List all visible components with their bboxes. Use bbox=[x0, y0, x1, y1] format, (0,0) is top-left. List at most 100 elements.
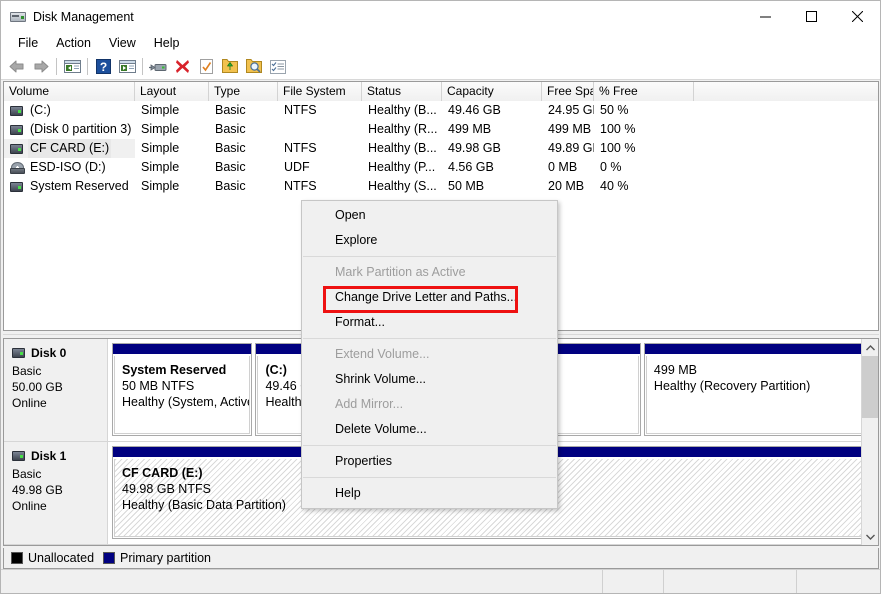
column-header-status[interactable]: Status bbox=[362, 82, 442, 101]
show-hide-action-pane-icon[interactable] bbox=[115, 56, 139, 78]
status-pane-4 bbox=[797, 570, 880, 593]
cell-free-space: 24.95 GB bbox=[548, 103, 594, 117]
column-header-type[interactable]: Type bbox=[209, 82, 278, 101]
volume-name: (Disk 0 partition 3) bbox=[30, 122, 132, 136]
disk-size: 50.00 GB bbox=[12, 380, 63, 394]
menu-item-change-drive-letter-and-paths[interactable]: Change Drive Letter and Paths... bbox=[302, 285, 557, 310]
window-controls bbox=[742, 1, 880, 32]
legend-label: Primary partition bbox=[120, 551, 212, 565]
menu-view[interactable]: View bbox=[100, 34, 145, 52]
cell-percent-free: 0 % bbox=[600, 160, 622, 174]
export-list-icon[interactable] bbox=[218, 56, 242, 78]
menu-item-format[interactable]: Format... bbox=[302, 310, 557, 335]
table-row[interactable]: System Reserved Simple Basic NTFS Healthy (S… bbox=[4, 177, 878, 196]
partition-name: System Reserved bbox=[122, 363, 227, 377]
cell-status: Healthy (R... bbox=[368, 122, 438, 136]
hard-disk-volume-icon bbox=[10, 143, 23, 154]
hard-disk-volume-icon bbox=[10, 124, 23, 135]
column-header-file-system[interactable]: File System bbox=[278, 82, 362, 101]
column-header-volume[interactable]: Volume bbox=[4, 82, 135, 101]
cell-status: Healthy (B... bbox=[368, 141, 437, 155]
volume-name: ESD-ISO (D:) bbox=[30, 160, 106, 174]
partition-block[interactable]: System Reserved 50 MB NTFS Healthy (System… bbox=[112, 343, 253, 436]
legend-label: Unallocated bbox=[28, 551, 95, 565]
cell-layout: Simple bbox=[141, 103, 180, 117]
rescan-disks-icon[interactable] bbox=[242, 56, 266, 78]
cd-rom-volume-icon bbox=[10, 161, 25, 174]
cell-file-system: NTFS bbox=[284, 103, 317, 117]
cell-type: Basic bbox=[215, 179, 246, 193]
column-header-capacity[interactable]: Capacity bbox=[442, 82, 542, 101]
cell-free-space: 499 MB bbox=[548, 122, 592, 136]
close-button[interactable] bbox=[834, 1, 880, 32]
check-icon[interactable] bbox=[194, 56, 218, 78]
cell-type: Basic bbox=[215, 141, 246, 155]
maximize-button[interactable] bbox=[788, 1, 834, 32]
table-row[interactable]: ESD-ISO (D:) Simple Basic UDF Healthy (P... 4… bbox=[4, 158, 878, 177]
menu-item-help[interactable]: Help bbox=[302, 481, 557, 506]
legend-swatch bbox=[11, 552, 23, 564]
delete-icon[interactable] bbox=[170, 56, 194, 78]
menu-item-explore[interactable]: Explore bbox=[302, 228, 557, 253]
cell-type: Basic bbox=[215, 103, 246, 117]
show-hide-console-tree-icon[interactable] bbox=[60, 56, 84, 78]
menu-separator bbox=[303, 445, 556, 446]
help-icon[interactable]: ? bbox=[91, 56, 115, 78]
cell-file-system: NTFS bbox=[284, 141, 317, 155]
table-row[interactable]: (C:) Simple Basic NTFS Healthy (B... 49.46 GB… bbox=[4, 101, 878, 120]
volume-name: System Reserved bbox=[30, 179, 129, 193]
cell-percent-free: 50 % bbox=[600, 103, 629, 117]
table-row[interactable]: CF CARD (E:) Simple Basic NTFS Healthy (B...… bbox=[4, 139, 878, 158]
show-task-list-icon[interactable] bbox=[266, 56, 290, 78]
disk-title: Disk 1 bbox=[12, 449, 107, 463]
menu-item-delete-volume[interactable]: Delete Volume... bbox=[302, 417, 557, 442]
properties-icon[interactable] bbox=[146, 56, 170, 78]
menu-help[interactable]: Help bbox=[145, 34, 189, 52]
graphical-pane-scrollbar[interactable] bbox=[861, 339, 878, 545]
partition-block[interactable]: 499 MB Healthy (Recovery Partition) bbox=[643, 343, 874, 436]
table-row[interactable]: (Disk 0 partition 3) Simple Basic Healthy (… bbox=[4, 120, 878, 139]
status-bar bbox=[1, 569, 880, 593]
column-header-free-spa[interactable]: Free Spa... bbox=[542, 82, 594, 101]
volume-context-menu: Open Explore Mark Partition as Active Chang… bbox=[301, 200, 558, 509]
disk-info[interactable]: Disk 1 Basic 49.98 GB Online bbox=[4, 442, 108, 544]
cell-type: Basic bbox=[215, 122, 246, 136]
menu-bar: File Action View Help bbox=[1, 32, 880, 54]
scroll-down-arrow-icon[interactable] bbox=[862, 528, 878, 545]
toolbar: ? bbox=[1, 54, 880, 80]
cell-status: Healthy (S... bbox=[368, 179, 437, 193]
menu-item-shrink-volume[interactable]: Shrink Volume... bbox=[302, 367, 557, 392]
cell-type: Basic bbox=[215, 160, 246, 174]
menu-separator bbox=[303, 338, 556, 339]
menu-file[interactable]: File bbox=[9, 34, 47, 52]
cell-capacity: 50 MB bbox=[448, 179, 485, 193]
column-header-layout[interactable]: Layout bbox=[135, 82, 209, 101]
status-pane-3 bbox=[664, 570, 797, 593]
menu-item-properties[interactable]: Properties bbox=[302, 449, 557, 474]
partition-details: 499 MB Healthy (Recovery Partition) bbox=[645, 356, 872, 434]
menu-action[interactable]: Action bbox=[47, 34, 100, 52]
back-arrow-icon[interactable] bbox=[5, 56, 29, 78]
partition-color-band bbox=[644, 344, 873, 355]
disk-title: Disk 0 bbox=[12, 346, 107, 360]
legend-swatch bbox=[103, 552, 116, 564]
legend-item: Primary partition bbox=[103, 551, 211, 565]
partition-status: Healthy (System, Active bbox=[122, 395, 251, 409]
disk-info[interactable]: Disk 0 Basic 50.00 GB Online bbox=[4, 339, 108, 441]
forward-arrow-icon[interactable] bbox=[29, 56, 53, 78]
cell-capacity: 4.56 GB bbox=[448, 160, 494, 174]
scroll-up-arrow-icon[interactable] bbox=[862, 339, 878, 356]
cell-layout: Simple bbox=[141, 122, 180, 136]
disk-management-window: Disk Management File Action View Help ? … bbox=[0, 0, 881, 594]
partition-legend: Unallocated Primary partition bbox=[3, 548, 879, 569]
minimize-button[interactable] bbox=[742, 1, 788, 32]
cell-capacity: 49.98 GB bbox=[448, 141, 501, 155]
column-header-filler bbox=[694, 82, 878, 101]
menu-item-open[interactable]: Open bbox=[302, 203, 557, 228]
scrollbar-thumb[interactable] bbox=[862, 356, 878, 418]
column-header--free[interactable]: % Free bbox=[594, 82, 694, 101]
toolbar-separator bbox=[87, 58, 88, 75]
cell-layout: Simple bbox=[141, 179, 180, 193]
cell-free-space: 0 MB bbox=[548, 160, 578, 174]
disk-name: Disk 1 bbox=[31, 449, 67, 463]
